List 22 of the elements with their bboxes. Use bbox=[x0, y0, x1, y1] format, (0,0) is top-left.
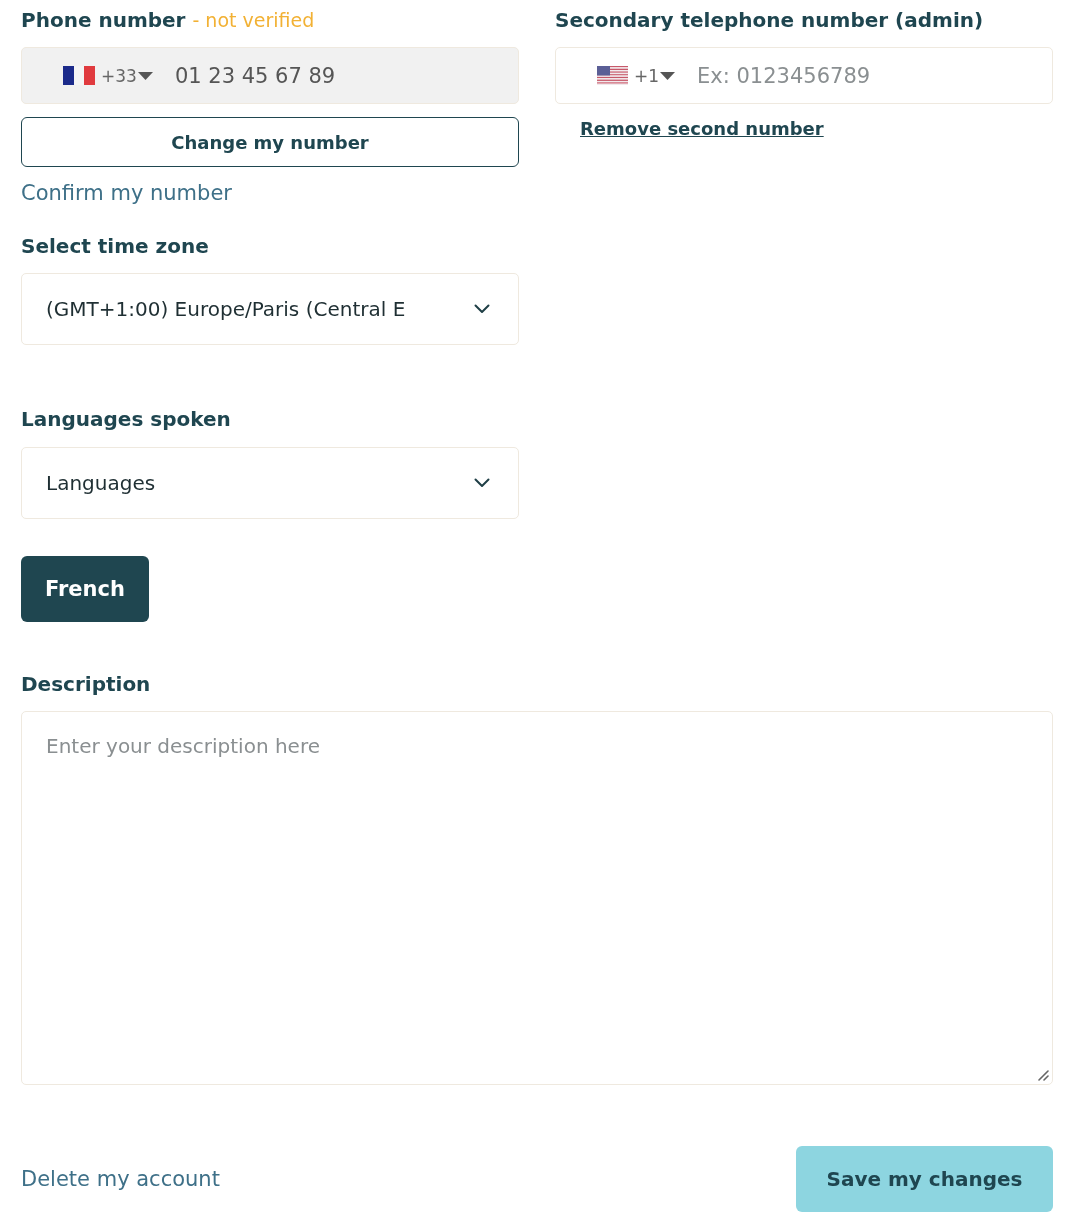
remove-number-link[interactable]: Remove second number bbox=[580, 116, 824, 142]
country-code-dropdown[interactable]: +1 bbox=[634, 65, 676, 86]
chevron-down-icon bbox=[474, 478, 490, 488]
chevron-down-icon bbox=[474, 304, 490, 314]
field-label: Secondary telephone number (admin) bbox=[555, 7, 984, 33]
language-chip[interactable]: French bbox=[21, 556, 149, 622]
france-flag-icon bbox=[63, 66, 95, 85]
delete-account-link[interactable]: Delete my account bbox=[21, 1166, 220, 1192]
caret-icon bbox=[660, 71, 676, 80]
us-flag-icon bbox=[597, 66, 628, 85]
languages-select[interactable]: Languages bbox=[21, 447, 519, 519]
field-label: Select time zone bbox=[21, 233, 209, 259]
field-label: Description bbox=[21, 671, 151, 697]
caret-icon bbox=[137, 71, 153, 80]
timezone-select[interactable]: (GMT+1:00) Europe/Paris (Central E bbox=[21, 273, 519, 345]
save-changes-button[interactable]: Save my changes bbox=[796, 1146, 1053, 1212]
description-field[interactable]: Enter your description here bbox=[21, 711, 1053, 1085]
phone-field[interactable]: +1 Ex: 0123456789 bbox=[555, 47, 1053, 104]
resize-handle-icon[interactable] bbox=[1038, 1070, 1049, 1081]
verification-status: - not verified bbox=[192, 8, 315, 33]
field-label: Languages spoken bbox=[21, 406, 231, 432]
field-label: Phone number bbox=[21, 7, 186, 33]
